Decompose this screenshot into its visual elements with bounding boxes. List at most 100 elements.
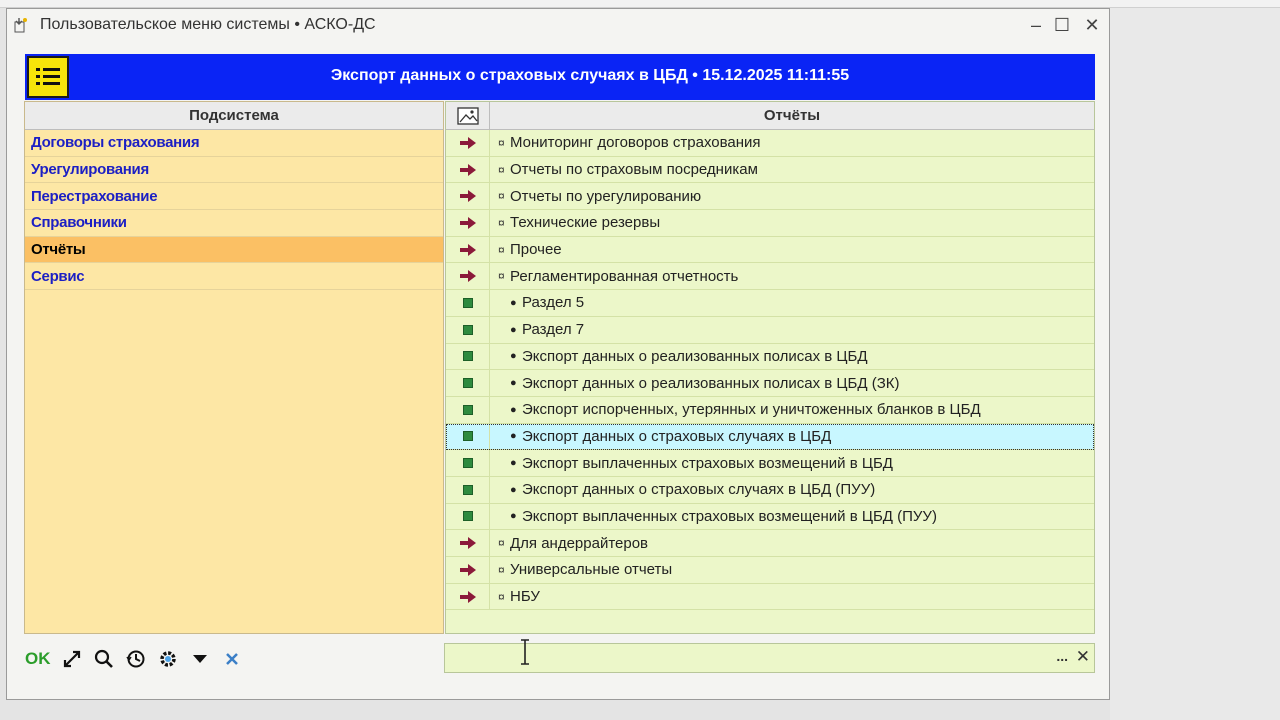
report-label-text: Экспорт испорченных, утерянных и уничтож… (522, 401, 981, 419)
report-label-text: Технические резервы (510, 214, 661, 232)
subsystem-list: Подсистема Договоры страхования Урегулиро… (24, 101, 444, 634)
report-item-row[interactable]: ● Экспорт выплаченных страховых возмещени… (446, 503, 1094, 531)
bullet-icon: ● (510, 323, 517, 336)
report-label-text: Экспорт данных о страховых случаях в ЦБД (522, 427, 832, 445)
bullet-icon: ● (510, 430, 517, 443)
bullet-icon: ● (510, 350, 517, 363)
report-label: ¤ Отчеты по урегулированию (490, 183, 1094, 209)
form-title: Экспорт данных о страховых случаях в ЦБД… (330, 67, 850, 84)
report-square-icon (446, 370, 490, 396)
report-label-text: Раздел 5 (522, 294, 585, 312)
bullet-icon: ● (510, 377, 517, 390)
group-marker-icon: ¤ (498, 189, 505, 204)
subsystem-item[interactable]: Справочники (25, 210, 443, 237)
reports-column-header[interactable]: Отчёты (490, 102, 1094, 129)
report-label-text: Мониторинг договоров страхования (510, 134, 761, 152)
search-input[interactable]: ... ✕ (444, 643, 1095, 673)
group-marker-icon: ¤ (498, 242, 505, 257)
ok-button[interactable]: OK (25, 649, 51, 669)
minimize-button[interactable]: – (1023, 13, 1049, 37)
subsystem-item[interactable]: Урегулирования (25, 157, 443, 184)
menu-button[interactable] (27, 56, 69, 98)
report-group-row[interactable]: ¤ Прочее (446, 236, 1094, 264)
arrow-right-icon (446, 263, 490, 290)
report-label-text: Прочее (510, 241, 562, 259)
report-item-row[interactable]: ● Экспорт выплаченных страховых возмещени… (446, 450, 1094, 477)
arrow-right-icon (446, 236, 490, 263)
dropdown-arrow-icon[interactable] (189, 648, 211, 670)
group-marker-icon: ¤ (498, 562, 505, 577)
report-item-row[interactable]: ● Раздел 5 (446, 290, 1094, 317)
search-icon[interactable] (93, 648, 115, 670)
picture-column-header[interactable] (446, 102, 490, 129)
report-group-row[interactable]: ¤ Отчеты по урегулированию (446, 183, 1094, 211)
search-clear-button[interactable]: ✕ (1076, 647, 1090, 667)
app-icon (14, 18, 27, 33)
report-label-text: Экспорт выплаченных страховых возмещений… (522, 507, 937, 525)
subsystem-item[interactable]: Договоры страхования (25, 130, 443, 157)
report-label-text: Отчеты по урегулированию (510, 187, 702, 205)
expand-icon[interactable] (61, 648, 83, 670)
report-square-icon (446, 450, 490, 476)
bullet-icon: ● (510, 403, 517, 416)
group-marker-icon: ¤ (498, 589, 505, 604)
arrow-right-icon (446, 210, 490, 236)
subsystem-column-header[interactable]: Подсистема (25, 102, 443, 130)
search-select-button[interactable]: ... (1056, 648, 1068, 664)
history-icon[interactable] (125, 648, 147, 670)
report-group-row[interactable]: ¤ НБУ (446, 583, 1094, 611)
clear-filter-icon[interactable] (221, 648, 243, 670)
subsystem-item[interactable]: Отчёты (25, 236, 443, 264)
group-marker-icon: ¤ (498, 162, 505, 177)
report-label: ● Экспорт данных о реализованных полисах … (490, 344, 1094, 370)
report-group-row[interactable]: ¤ Технические резервы (446, 210, 1094, 237)
group-marker-icon: ¤ (498, 269, 505, 284)
report-group-row[interactable]: ¤ Регламентированная отчетность (446, 263, 1094, 291)
report-label: ● Экспорт данных о страховых случаях в ЦБ… (490, 424, 1094, 450)
report-label: ¤ Универсальные отчеты (490, 557, 1094, 583)
report-item-row[interactable]: ● Экспорт данных о страховых случаях в ЦБ… (446, 476, 1094, 504)
report-item-row[interactable]: ● Раздел 7 (446, 316, 1094, 344)
report-label: ¤ Мониторинг договоров страхования (490, 130, 1094, 156)
report-square-icon (446, 423, 490, 450)
maximize-button[interactable]: ☐ (1049, 13, 1075, 37)
desktop-top-strip (0, 0, 1280, 8)
subsystem-item[interactable]: Сервис (25, 263, 443, 291)
close-button[interactable]: ✕ (1079, 13, 1105, 37)
gear-icon[interactable] (157, 648, 179, 670)
picture-icon (456, 106, 479, 125)
report-label: ● Раздел 5 (490, 290, 1094, 316)
report-item-row[interactable]: ● Экспорт испорченных, утерянных и уничто… (446, 396, 1094, 424)
report-label: ● Экспорт выплаченных страховых возмещени… (490, 504, 1094, 530)
report-item-row[interactable]: ● Экспорт данных о страховых случаях в ЦБ… (446, 423, 1094, 451)
subsystem-item[interactable]: Перестрахование (25, 183, 443, 211)
report-label-text: Экспорт данных о страховых случаях в ЦБД… (522, 481, 876, 499)
window-titlebar[interactable]: Пользовательское меню системы • АСКО-ДС … (7, 9, 1109, 41)
report-group-row[interactable]: ¤ Отчеты по страховым посредникам (446, 156, 1094, 184)
report-item-row[interactable]: ● Экспорт данных о реализованных полисах … (446, 343, 1094, 371)
bottom-toolbar: OK (25, 646, 243, 672)
report-label-text: Экспорт данных о реализованных полисах в… (522, 347, 868, 365)
window-title: Пользовательское меню системы • АСКО-ДС (40, 16, 376, 33)
report-square-icon (446, 343, 490, 370)
report-label: ● Раздел 7 (490, 317, 1094, 343)
report-square-icon (446, 503, 490, 530)
report-group-row[interactable]: ¤ Для андеррайтеров (446, 530, 1094, 557)
report-group-row[interactable]: ¤ Универсальные отчеты (446, 557, 1094, 584)
arrow-right-icon (446, 183, 490, 210)
report-square-icon (446, 290, 490, 316)
report-label: ● Экспорт выплаченных страховых возмещени… (490, 450, 1094, 476)
report-label-text: Регламентированная отчетность (510, 267, 739, 285)
report-label-text: НБУ (510, 588, 540, 606)
report-square-icon (446, 316, 490, 343)
arrow-right-icon (446, 557, 490, 583)
desktop-background (1110, 8, 1280, 720)
report-item-row[interactable]: ● Экспорт данных о реализованных полисах … (446, 370, 1094, 397)
bullet-icon: ● (510, 296, 517, 309)
report-label: ● Экспорт данных о реализованных полисах … (490, 370, 1094, 396)
report-label: ¤ Прочее (490, 237, 1094, 263)
report-label-text: Отчеты по страховым посредникам (510, 161, 758, 179)
report-label: ● Экспорт испорченных, утерянных и уничто… (490, 397, 1094, 423)
report-label-text: Экспорт данных о реализованных полисах в… (522, 374, 900, 392)
report-group-row[interactable]: ¤ Мониторинг договоров страхования (446, 130, 1094, 157)
